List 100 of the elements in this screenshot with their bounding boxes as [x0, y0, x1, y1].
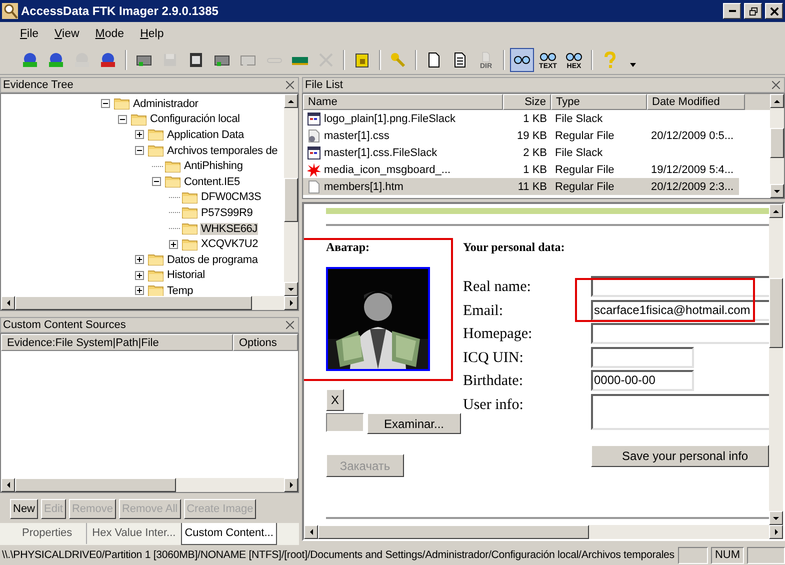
- menu-item[interactable]: Help: [140, 28, 164, 40]
- status-path: \\.\PHYSICALDRIVE0/Partition 1 [3060MB]/NONAME [NTFS]/[root]/Documents and Settings/Administrador/Configuración local/Archivos temporales: [2, 549, 675, 561]
- vertical-scrollbar[interactable]: [770, 94, 784, 198]
- date-modified: 20/12/2009 2:3...: [651, 180, 734, 192]
- delete-button[interactable]: X: [326, 389, 344, 411]
- folder-icon: [148, 284, 164, 296]
- globe-icon: [47, 51, 65, 69]
- field-label: ICQ UIN:: [463, 348, 524, 368]
- num-lock-indicator: NUM: [710, 546, 744, 564]
- tree-item[interactable]: Datos de programa: [166, 254, 259, 266]
- file-size: 1 KB: [523, 112, 547, 124]
- panel-button[interactable]: New: [10, 499, 38, 519]
- file-slack-icon: [307, 146, 321, 160]
- tree-item[interactable]: DFW0CM3S: [200, 191, 262, 204]
- input-field[interactable]: [591, 346, 694, 368]
- input-field[interactable]: [591, 323, 769, 344]
- restore-icon: [748, 6, 758, 16]
- folder-icon: [182, 206, 198, 220]
- tree-item[interactable]: Archivos temporales de: [166, 144, 279, 157]
- horizontal-scrollbar[interactable]: [304, 525, 783, 539]
- file-row[interactable]: members[1].htm 11 KB Regular File 20/12/2009 2:3...: [303, 178, 739, 195]
- expand-toggle[interactable]: [118, 114, 127, 124]
- tree-item[interactable]: P57S99R9: [200, 206, 254, 219]
- field-label: Homepage:: [463, 325, 534, 344]
- input-field[interactable]: scarface1fisica@hotmail.com: [591, 300, 769, 320]
- folder-icon: [165, 160, 181, 173]
- globe-icon: [21, 51, 39, 69]
- input-field[interactable]: 0000-00-00: [591, 370, 694, 391]
- file-size: 19 KB: [517, 130, 547, 142]
- menu-item[interactable]: Mode: [95, 28, 124, 40]
- column-header[interactable]: Name: [303, 94, 503, 110]
- file-input[interactable]: [326, 413, 364, 432]
- close-icon[interactable]: [286, 321, 294, 329]
- tree-item[interactable]: Configuración local: [149, 113, 241, 126]
- close-icon[interactable]: [772, 81, 780, 89]
- close-button[interactable]: [765, 3, 783, 19]
- column-header[interactable]: Size: [503, 94, 551, 110]
- expand-toggle[interactable]: [135, 255, 144, 264]
- column-header[interactable]: Date Modified: [647, 94, 745, 110]
- menu-item[interactable]: File: [20, 28, 39, 40]
- file-name: media_icon_msgboard_...: [324, 164, 451, 176]
- panel-title: Evidence Tree: [3, 79, 74, 91]
- expand-toggle[interactable]: [152, 177, 161, 186]
- folder-icon: [182, 190, 198, 204]
- file-size: 1 KB: [523, 164, 547, 176]
- column-header[interactable]: Options: [233, 334, 298, 351]
- file-slack-icon: [307, 112, 321, 126]
- file-row[interactable]: master[1].css.FileSlack 2 KB File Slack: [303, 144, 770, 161]
- minimize-button[interactable]: [723, 3, 741, 19]
- document-icon: [307, 180, 321, 194]
- expand-toggle[interactable]: [135, 130, 144, 140]
- menu-item[interactable]: View: [54, 28, 80, 40]
- glasses-icon: [513, 54, 531, 66]
- expand-toggle[interactable]: [135, 146, 144, 156]
- expand-toggle[interactable]: [101, 99, 110, 108]
- file-name: members[1].htm: [324, 180, 404, 192]
- file-name: master[1].css: [324, 130, 390, 142]
- input-field[interactable]: [591, 276, 769, 297]
- tree-item[interactable]: Administrador: [132, 98, 200, 110]
- tree-item[interactable]: AntiPhishing: [183, 160, 244, 172]
- section-heading: Your personal data:: [463, 240, 565, 254]
- file-row[interactable]: logo_plain[1].png.FileSlack 1 KB File Slack: [303, 110, 770, 127]
- file-row[interactable]: master[1].css 19 KB Regular File 20/12/2009 0:5...: [303, 127, 770, 144]
- tree-item[interactable]: XCQVK7U2: [200, 238, 260, 250]
- field-label: User info:: [463, 396, 524, 414]
- field-label: Email:: [463, 302, 504, 320]
- input-field[interactable]: [591, 394, 769, 430]
- tree-item[interactable]: Application Data: [166, 128, 245, 141]
- restore-button[interactable]: [744, 3, 762, 19]
- date-modified: 19/12/2009 5:4...: [651, 164, 734, 176]
- browse-button[interactable]: Examinar...: [367, 413, 461, 434]
- tree-item[interactable]: Historial: [166, 269, 206, 282]
- save-button[interactable]: Save your personal info: [591, 444, 769, 466]
- vertical-scrollbar[interactable]: [769, 204, 783, 525]
- expand-toggle[interactable]: [169, 240, 178, 249]
- chevron-icon[interactable]: [630, 63, 636, 67]
- column-header[interactable]: Evidence:File System|Path|File: [1, 334, 233, 351]
- horizontal-scrollbar[interactable]: [1, 478, 298, 492]
- status-panel: [747, 546, 785, 564]
- file-type: File Slack: [555, 146, 603, 158]
- file-row[interactable]: media_icon_msgboard_... 1 KB Regular File 19/12/2009 5:4...: [303, 161, 770, 178]
- panel-tab[interactable]: Custom Content...: [180, 523, 278, 545]
- file-type: Regular File: [555, 180, 614, 192]
- tree-item[interactable]: WHKSE66J: [200, 222, 258, 235]
- close-icon[interactable]: [286, 81, 294, 89]
- key-icon: [389, 51, 407, 69]
- tree-item[interactable]: Temp: [166, 284, 194, 296]
- folder-icon: [182, 238, 198, 251]
- glasses-icon: [539, 50, 557, 62]
- vertical-scrollbar[interactable]: [284, 94, 298, 296]
- file-size: 11 KB: [518, 180, 547, 192]
- close-icon: [770, 6, 778, 16]
- tree-item[interactable]: Content.IE5: [183, 176, 241, 188]
- expand-toggle[interactable]: [135, 270, 144, 280]
- column-header[interactable]: Type: [551, 94, 647, 110]
- expand-toggle[interactable]: [135, 286, 144, 296]
- panel-tab[interactable]: Properties: [8, 523, 86, 544]
- tool-button[interactable]: [510, 48, 534, 72]
- folder-icon: [165, 175, 181, 188]
- horizontal-scrollbar[interactable]: [1, 296, 298, 310]
